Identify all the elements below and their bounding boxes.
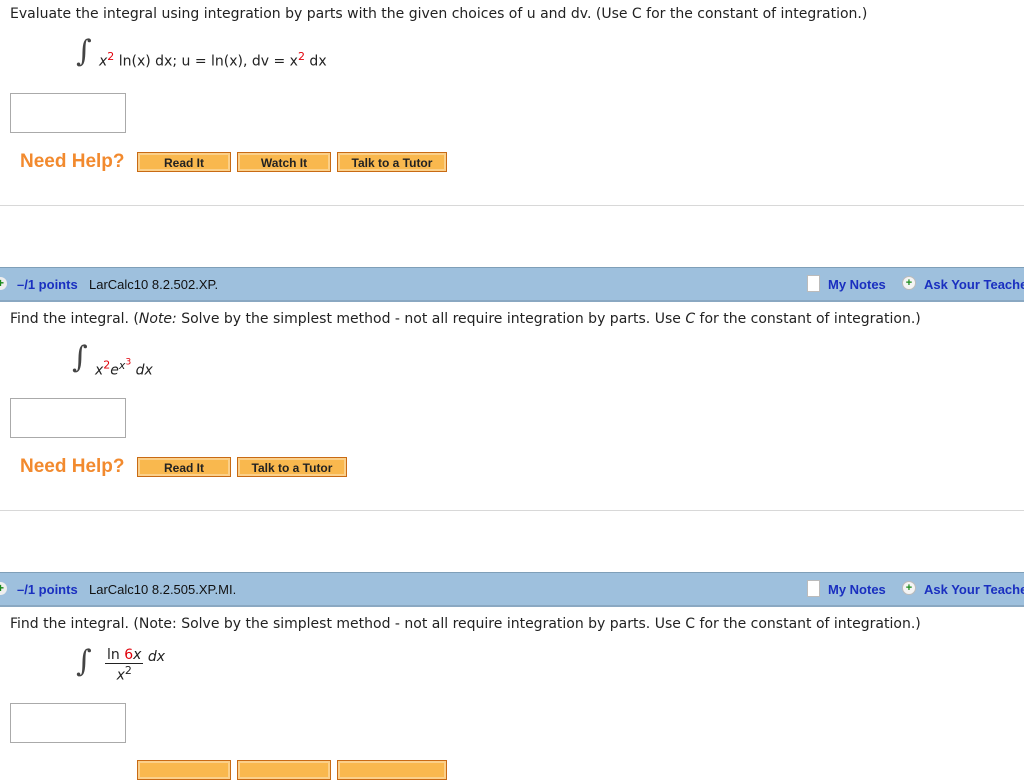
problem1-question: Evaluate the integral using integration … xyxy=(10,6,868,22)
integral-sign: ∫ xyxy=(76,34,92,69)
answer-input-2[interactable] xyxy=(10,398,126,438)
expand-icon[interactable]: + xyxy=(0,582,7,595)
talk-to-tutor-button[interactable]: Talk to a Tutor xyxy=(237,457,347,477)
ask-teacher-link[interactable]: Ask Your Teacher xyxy=(924,277,1024,292)
problem2-header: + –/1 points LarCalc10 8.2.502.XP. My No… xyxy=(0,267,1024,302)
points: –/1 points xyxy=(17,582,78,597)
help-button[interactable] xyxy=(137,760,231,780)
plus-icon[interactable]: + xyxy=(902,581,916,595)
problem1-expression: x2 ln(x) dx; u = ln(x), dv = x2 dx xyxy=(99,50,327,70)
my-notes-link[interactable]: My Notes xyxy=(828,582,886,597)
talk-to-tutor-button[interactable]: Talk to a Tutor xyxy=(337,152,447,172)
problem3-header: + –/1 points LarCalc10 8.2.505.XP.MI. My… xyxy=(0,572,1024,607)
expand-icon[interactable]: + xyxy=(0,277,7,290)
note-icon[interactable] xyxy=(807,580,820,597)
help-button[interactable] xyxy=(237,760,331,780)
need-help-label: Need Help? xyxy=(20,151,125,172)
need-help-label: Need Help? xyxy=(20,456,125,477)
problem3-expression: ln 6x x2 dx xyxy=(105,647,166,684)
answer-input-1[interactable] xyxy=(10,93,126,133)
problem3-question: Find the integral. (Note: Solve by the s… xyxy=(10,616,921,632)
answer-input-3[interactable] xyxy=(10,703,126,743)
problem-code: LarCalc10 8.2.505.XP.MI. xyxy=(89,582,237,597)
problem2-expression: x2ex3 dx xyxy=(95,357,153,379)
points: –/1 points xyxy=(17,277,78,292)
read-it-button[interactable]: Read It xyxy=(137,152,231,172)
divider xyxy=(0,205,1024,206)
read-it-button[interactable]: Read It xyxy=(137,457,231,477)
divider xyxy=(0,510,1024,511)
ask-teacher-link[interactable]: Ask Your Teacher xyxy=(924,582,1024,597)
watch-it-button[interactable]: Watch It xyxy=(237,152,331,172)
integral-sign: ∫ xyxy=(72,340,88,375)
plus-icon[interactable]: + xyxy=(902,276,916,290)
integral-sign: ∫ xyxy=(76,644,92,679)
problem-code: LarCalc10 8.2.502.XP. xyxy=(89,277,219,292)
help-button[interactable] xyxy=(337,760,447,780)
note-icon[interactable] xyxy=(807,275,820,292)
my-notes-link[interactable]: My Notes xyxy=(828,277,886,292)
problem2-question: Find the integral. (Note: Solve by the s… xyxy=(10,311,921,327)
